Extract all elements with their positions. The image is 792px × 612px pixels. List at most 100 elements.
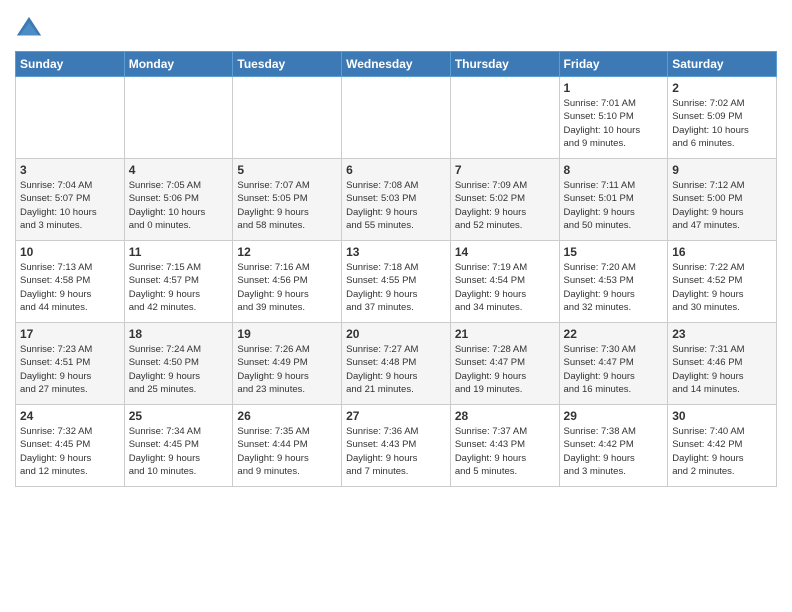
day-info: Sunrise: 7:35 AM Sunset: 4:44 PM Dayligh… [237, 425, 337, 478]
day-info: Sunrise: 7:09 AM Sunset: 5:02 PM Dayligh… [455, 179, 555, 232]
day-number: 1 [564, 81, 664, 95]
day-cell: 19 Sunrise: 7:26 AM Sunset: 4:49 PM Dayli… [233, 323, 342, 405]
day-info: Sunrise: 7:22 AM Sunset: 4:52 PM Dayligh… [672, 261, 772, 314]
week-row-2: 10Sunrise: 7:13 AM Sunset: 4:58 PM Dayli… [16, 241, 777, 323]
day-info: Sunrise: 7:08 AM Sunset: 5:03 PM Dayligh… [346, 179, 446, 232]
day-info: Sunrise: 7:11 AM Sunset: 5:01 PM Dayligh… [564, 179, 664, 232]
weekday-wednesday: Wednesday [342, 52, 451, 77]
day-info: Sunrise: 7:05 AM Sunset: 5:06 PM Dayligh… [129, 179, 229, 232]
day-number: 2 [672, 81, 772, 95]
day-cell: 13 Sunrise: 7:18 AM Sunset: 4:55 PM Dayli… [342, 241, 451, 323]
day-cell: 10Sunrise: 7:13 AM Sunset: 4:58 PM Dayli… [16, 241, 125, 323]
day-info: Sunrise: 7:20 AM Sunset: 4:53 PM Dayligh… [564, 261, 664, 314]
page: SundayMondayTuesdayWednesdayThursdayFrid… [0, 0, 792, 497]
day-info: Sunrise: 7:38 AM Sunset: 4:42 PM Dayligh… [564, 425, 664, 478]
day-cell: 2 Sunrise: 7:02 AM Sunset: 5:09 PM Daylig… [668, 77, 777, 159]
weekday-header-row: SundayMondayTuesdayWednesdayThursdayFrid… [16, 52, 777, 77]
day-info: Sunrise: 7:34 AM Sunset: 4:45 PM Dayligh… [129, 425, 229, 478]
week-row-4: 24 Sunrise: 7:32 AM Sunset: 4:45 PM Dayli… [16, 405, 777, 487]
day-cell: 17 Sunrise: 7:23 AM Sunset: 4:51 PM Dayli… [16, 323, 125, 405]
day-cell [16, 77, 125, 159]
day-cell: 15 Sunrise: 7:20 AM Sunset: 4:53 PM Dayli… [559, 241, 668, 323]
day-info: Sunrise: 7:15 AM Sunset: 4:57 PM Dayligh… [129, 261, 229, 314]
day-number: 9 [672, 163, 772, 177]
day-info: Sunrise: 7:32 AM Sunset: 4:45 PM Dayligh… [20, 425, 120, 478]
day-cell: 12 Sunrise: 7:16 AM Sunset: 4:56 PM Dayli… [233, 241, 342, 323]
day-number: 25 [129, 409, 229, 423]
day-info: Sunrise: 7:27 AM Sunset: 4:48 PM Dayligh… [346, 343, 446, 396]
day-number: 8 [564, 163, 664, 177]
day-info: Sunrise: 7:37 AM Sunset: 4:43 PM Dayligh… [455, 425, 555, 478]
day-cell: 3 Sunrise: 7:04 AM Sunset: 5:07 PM Daylig… [16, 159, 125, 241]
day-cell [342, 77, 451, 159]
day-cell: 4 Sunrise: 7:05 AM Sunset: 5:06 PM Daylig… [124, 159, 233, 241]
day-info: Sunrise: 7:04 AM Sunset: 5:07 PM Dayligh… [20, 179, 120, 232]
day-cell: 24 Sunrise: 7:32 AM Sunset: 4:45 PM Dayli… [16, 405, 125, 487]
day-number: 4 [129, 163, 229, 177]
day-number: 20 [346, 327, 446, 341]
day-number: 24 [20, 409, 120, 423]
day-number: 18 [129, 327, 229, 341]
day-info: Sunrise: 7:23 AM Sunset: 4:51 PM Dayligh… [20, 343, 120, 396]
day-cell: 16Sunrise: 7:22 AM Sunset: 4:52 PM Dayli… [668, 241, 777, 323]
day-info: Sunrise: 7:16 AM Sunset: 4:56 PM Dayligh… [237, 261, 337, 314]
day-number: 27 [346, 409, 446, 423]
day-number: 28 [455, 409, 555, 423]
day-number: 11 [129, 245, 229, 259]
weekday-thursday: Thursday [450, 52, 559, 77]
day-number: 3 [20, 163, 120, 177]
day-number: 14 [455, 245, 555, 259]
day-cell: 14Sunrise: 7:19 AM Sunset: 4:54 PM Dayli… [450, 241, 559, 323]
day-info: Sunrise: 7:24 AM Sunset: 4:50 PM Dayligh… [129, 343, 229, 396]
day-cell: 27 Sunrise: 7:36 AM Sunset: 4:43 PM Dayli… [342, 405, 451, 487]
weekday-monday: Monday [124, 52, 233, 77]
day-cell: 18 Sunrise: 7:24 AM Sunset: 4:50 PM Dayli… [124, 323, 233, 405]
day-cell: 22 Sunrise: 7:30 AM Sunset: 4:47 PM Dayli… [559, 323, 668, 405]
weekday-saturday: Saturday [668, 52, 777, 77]
day-cell: 8 Sunrise: 7:11 AM Sunset: 5:01 PM Daylig… [559, 159, 668, 241]
day-info: Sunrise: 7:02 AM Sunset: 5:09 PM Dayligh… [672, 97, 772, 150]
day-number: 30 [672, 409, 772, 423]
day-cell: 30Sunrise: 7:40 AM Sunset: 4:42 PM Dayli… [668, 405, 777, 487]
day-cell: 9 Sunrise: 7:12 AM Sunset: 5:00 PM Daylig… [668, 159, 777, 241]
week-row-0: 1Sunrise: 7:01 AM Sunset: 5:10 PM Daylig… [16, 77, 777, 159]
calendar-header: SundayMondayTuesdayWednesdayThursdayFrid… [16, 52, 777, 77]
week-row-1: 3 Sunrise: 7:04 AM Sunset: 5:07 PM Daylig… [16, 159, 777, 241]
day-info: Sunrise: 7:18 AM Sunset: 4:55 PM Dayligh… [346, 261, 446, 314]
day-cell: 21 Sunrise: 7:28 AM Sunset: 4:47 PM Dayli… [450, 323, 559, 405]
day-cell [124, 77, 233, 159]
day-cell: 1Sunrise: 7:01 AM Sunset: 5:10 PM Daylig… [559, 77, 668, 159]
day-number: 12 [237, 245, 337, 259]
day-info: Sunrise: 7:26 AM Sunset: 4:49 PM Dayligh… [237, 343, 337, 396]
header-section [15, 10, 777, 43]
day-info: Sunrise: 7:31 AM Sunset: 4:46 PM Dayligh… [672, 343, 772, 396]
day-info: Sunrise: 7:12 AM Sunset: 5:00 PM Dayligh… [672, 179, 772, 232]
day-cell: 7Sunrise: 7:09 AM Sunset: 5:02 PM Daylig… [450, 159, 559, 241]
day-number: 15 [564, 245, 664, 259]
day-number: 29 [564, 409, 664, 423]
weekday-sunday: Sunday [16, 52, 125, 77]
day-number: 17 [20, 327, 120, 341]
day-info: Sunrise: 7:36 AM Sunset: 4:43 PM Dayligh… [346, 425, 446, 478]
day-cell: 25 Sunrise: 7:34 AM Sunset: 4:45 PM Dayli… [124, 405, 233, 487]
day-info: Sunrise: 7:07 AM Sunset: 5:05 PM Dayligh… [237, 179, 337, 232]
day-cell: 20 Sunrise: 7:27 AM Sunset: 4:48 PM Dayli… [342, 323, 451, 405]
day-cell: 5 Sunrise: 7:07 AM Sunset: 5:05 PM Daylig… [233, 159, 342, 241]
day-number: 13 [346, 245, 446, 259]
day-number: 6 [346, 163, 446, 177]
calendar-body: 1Sunrise: 7:01 AM Sunset: 5:10 PM Daylig… [16, 77, 777, 487]
day-cell: 28 Sunrise: 7:37 AM Sunset: 4:43 PM Dayli… [450, 405, 559, 487]
day-number: 19 [237, 327, 337, 341]
day-info: Sunrise: 7:28 AM Sunset: 4:47 PM Dayligh… [455, 343, 555, 396]
day-info: Sunrise: 7:30 AM Sunset: 4:47 PM Dayligh… [564, 343, 664, 396]
day-number: 26 [237, 409, 337, 423]
day-info: Sunrise: 7:13 AM Sunset: 4:58 PM Dayligh… [20, 261, 120, 314]
day-number: 22 [564, 327, 664, 341]
calendar: SundayMondayTuesdayWednesdayThursdayFrid… [15, 51, 777, 487]
day-number: 21 [455, 327, 555, 341]
day-cell: 23Sunrise: 7:31 AM Sunset: 4:46 PM Dayli… [668, 323, 777, 405]
day-cell: 11 Sunrise: 7:15 AM Sunset: 4:57 PM Dayli… [124, 241, 233, 323]
day-cell [450, 77, 559, 159]
weekday-friday: Friday [559, 52, 668, 77]
day-number: 5 [237, 163, 337, 177]
